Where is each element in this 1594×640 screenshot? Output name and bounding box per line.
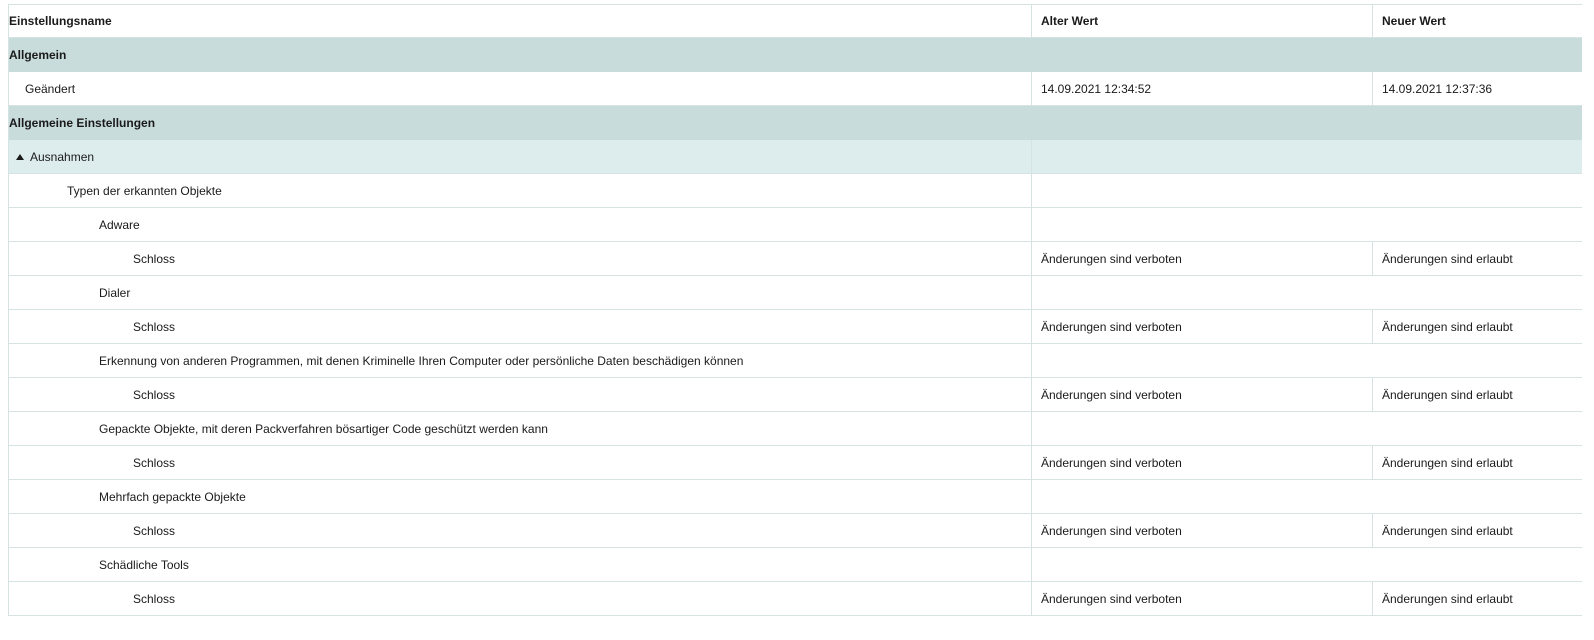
empty-value (1032, 208, 1582, 241)
section-general-settings: Allgemeine Einstellungen (9, 106, 1582, 140)
old-value: Änderungen sind verboten (1032, 378, 1373, 411)
table-row: Schloss Änderungen sind verboten Änderun… (9, 514, 1582, 548)
table-row: Schloss Änderungen sind verboten Änderun… (9, 378, 1582, 412)
old-value: Änderungen sind verboten (1032, 582, 1373, 615)
setting-name: Schloss (9, 310, 1032, 343)
setting-group-name: Erkennung von anderen Programmen, mit de… (9, 344, 1032, 377)
empty-value (1032, 276, 1582, 309)
setting-name: Schloss (9, 582, 1032, 615)
table-row: Gepackte Objekte, mit deren Packverfahre… (9, 412, 1582, 446)
column-header-new-value: Neuer Wert (1382, 14, 1446, 28)
setting-group-name: Gepackte Objekte, mit deren Packverfahre… (9, 412, 1032, 445)
setting-name: Geändert (9, 72, 1032, 105)
table-row: Geändert 14.09.2021 12:34:52 14.09.2021 … (9, 72, 1582, 106)
setting-name: Schloss (9, 514, 1032, 547)
table-row: Adware (9, 208, 1582, 242)
old-value: Änderungen sind verboten (1032, 446, 1373, 479)
setting-group-name: Mehrfach gepackte Objekte (9, 480, 1032, 513)
setting-name: Schloss (9, 446, 1032, 479)
table-row: Erkennung von anderen Programmen, mit de… (9, 344, 1582, 378)
table-row: Schloss Änderungen sind verboten Änderun… (9, 582, 1582, 616)
new-value: Änderungen sind erlaubt (1382, 319, 1513, 334)
setting-group-name: Dialer (9, 276, 1032, 309)
empty-value (1032, 140, 1582, 173)
old-value: Änderungen sind verboten (1032, 514, 1373, 547)
subsection-exceptions-cell: Ausnahmen (9, 140, 1032, 173)
subsection-exceptions: Ausnahmen (9, 140, 1582, 174)
table-row: Schloss Änderungen sind verboten Änderun… (9, 242, 1582, 276)
empty-value (1032, 174, 1582, 207)
setting-group-name: Typen der erkannten Objekte (9, 174, 1032, 207)
section-general: Allgemein (9, 38, 1582, 72)
setting-group-name: Adware (9, 208, 1032, 241)
triangle-up-icon (16, 153, 24, 160)
new-value: Änderungen sind erlaubt (1382, 251, 1513, 266)
table-row: Schloss Änderungen sind verboten Änderun… (9, 310, 1582, 344)
table-header: Einstellungsname Alter Wert Neuer Wert (9, 4, 1582, 38)
old-value: 14.09.2021 12:34:52 (1032, 72, 1373, 105)
table-row: Mehrfach gepackte Objekte (9, 480, 1582, 514)
old-value: Änderungen sind verboten (1032, 310, 1373, 343)
new-value: Änderungen sind erlaubt (1382, 523, 1513, 538)
new-value: Änderungen sind erlaubt (1382, 455, 1513, 470)
table-row: Dialer (9, 276, 1582, 310)
settings-diff-table: Einstellungsname Alter Wert Neuer Wert A… (8, 4, 1582, 616)
new-value: 14.09.2021 12:37:36 (1382, 81, 1493, 96)
empty-value (1032, 480, 1582, 513)
table-row: Typen der erkannten Objekte (9, 174, 1582, 208)
new-value: Änderungen sind erlaubt (1382, 591, 1513, 606)
new-value: Änderungen sind erlaubt (1382, 387, 1513, 402)
table-row: Schloss Änderungen sind verboten Änderun… (9, 446, 1582, 480)
setting-name: Schloss (9, 378, 1032, 411)
empty-value (1032, 412, 1582, 445)
table-row: Schädliche Tools (9, 548, 1582, 582)
old-value: Änderungen sind verboten (1032, 242, 1373, 275)
section-general-label: Allgemein (9, 47, 67, 62)
empty-value (1032, 344, 1582, 377)
column-header-old-value: Alter Wert (1032, 5, 1373, 37)
empty-value (1032, 548, 1582, 581)
section-general-settings-label: Allgemeine Einstellungen (9, 115, 156, 130)
subsection-exceptions-label: Ausnahmen (30, 149, 95, 164)
setting-group-name: Schädliche Tools (9, 548, 1032, 581)
setting-name: Schloss (9, 242, 1032, 275)
exceptions-collapse-toggle[interactable]: Ausnahmen (16, 150, 94, 164)
column-header-name: Einstellungsname (9, 5, 1032, 37)
